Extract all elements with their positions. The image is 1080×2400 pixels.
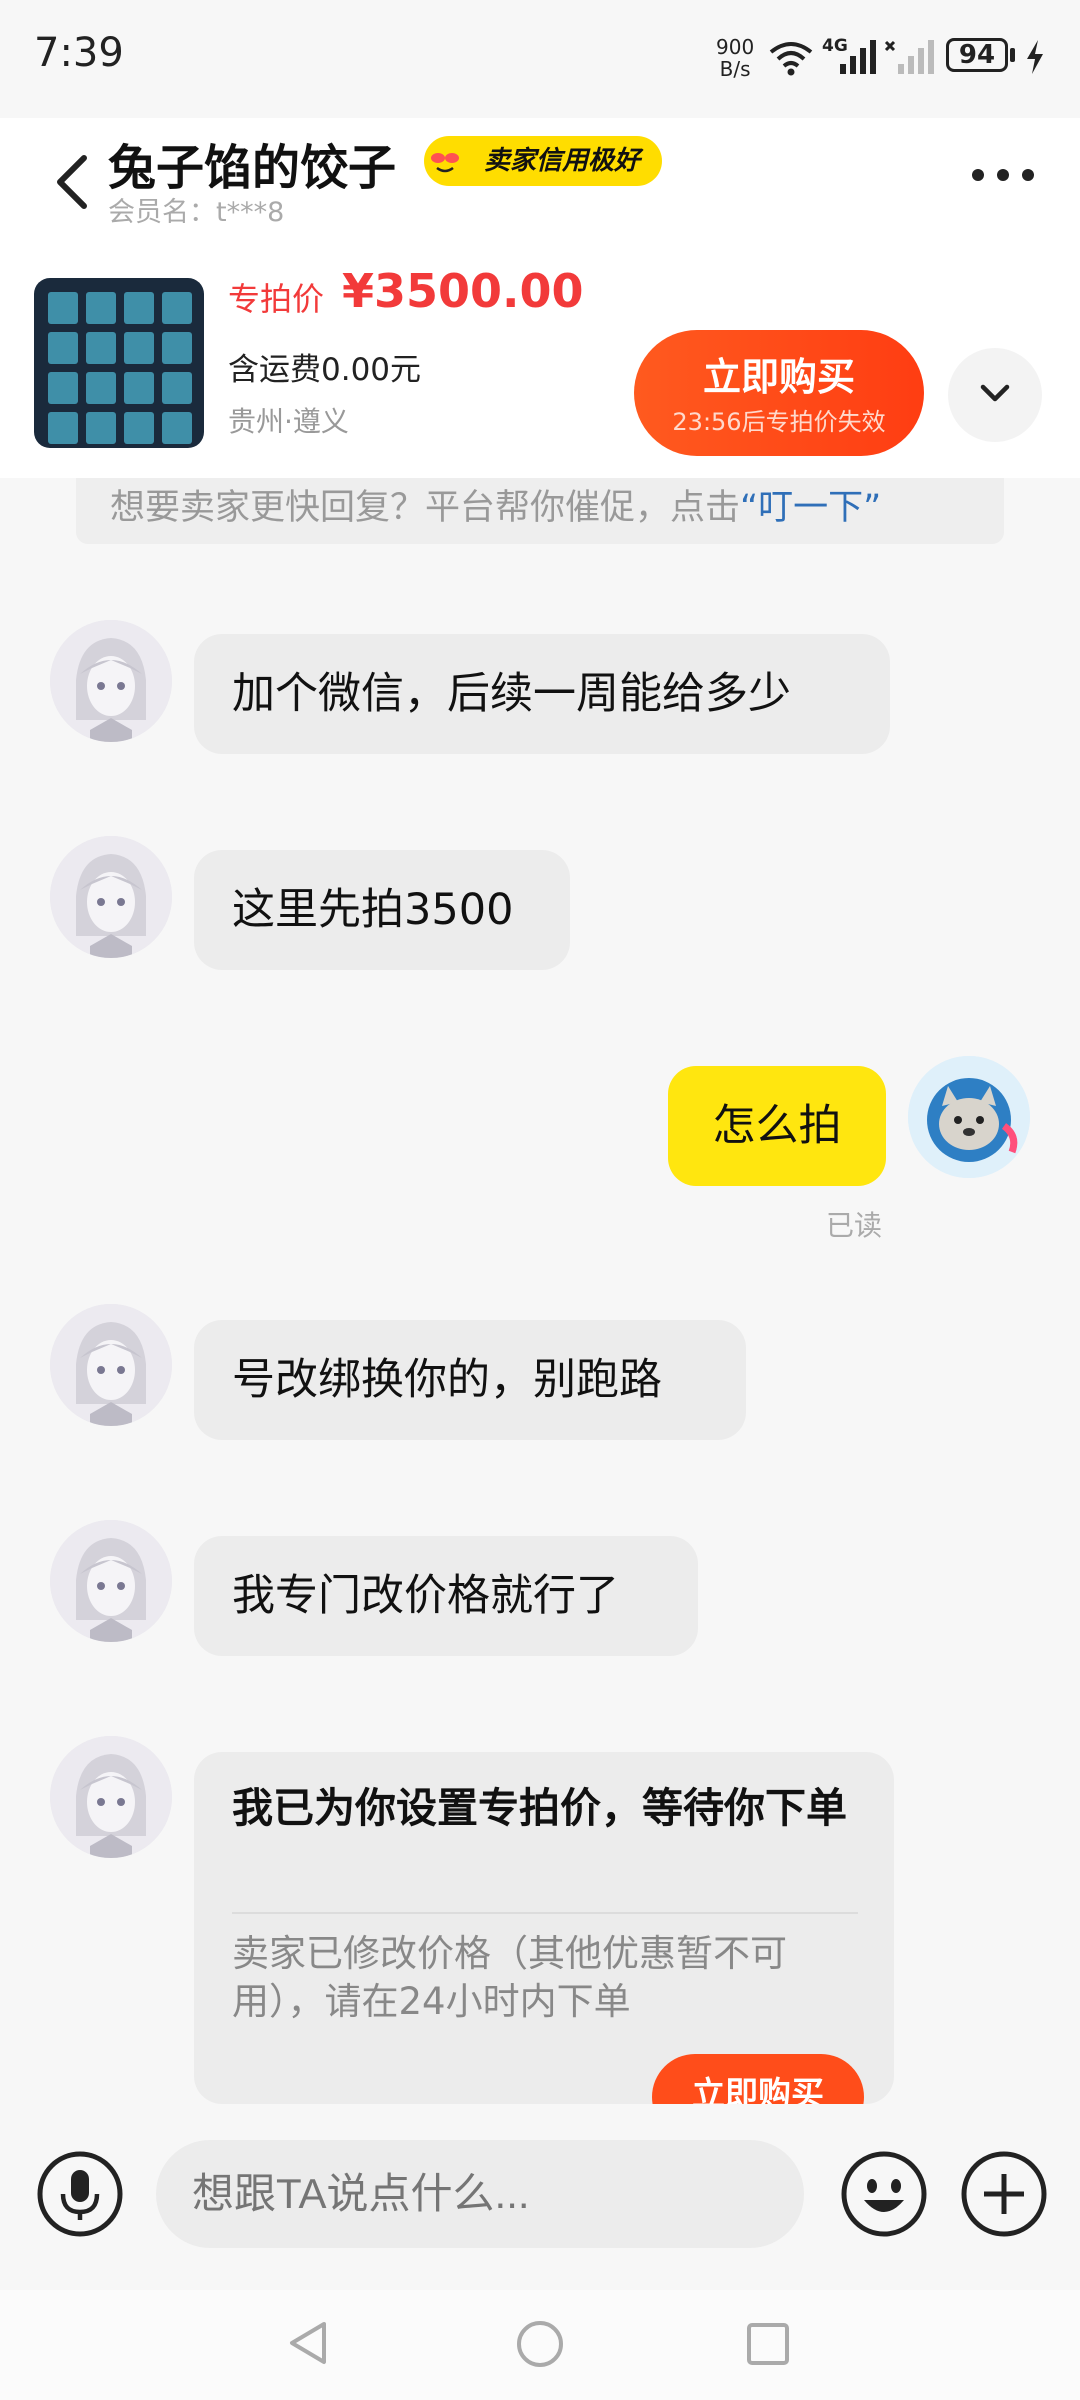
wifi-icon — [769, 42, 813, 76]
read-status: 已读 — [826, 1209, 883, 1242]
special-price-card[interactable]: 我已为你设置专拍价，等待你下单 卖家已修改价格（其他优惠暂不可用），请在24小时… — [194, 1752, 894, 2104]
nudge-link[interactable]: “叮一下” — [740, 488, 881, 528]
anime-avatar-icon — [50, 620, 172, 742]
seller-location: 贵州·遵义 — [228, 405, 349, 438]
member-name: 会员名：t***8 — [108, 197, 285, 228]
buy-now-button[interactable]: 立即购买 23:56后专拍价失效 — [634, 330, 924, 456]
price-value: ¥3500.00 — [342, 264, 584, 318]
expand-button[interactable] — [948, 348, 1042, 442]
anime-avatar-icon — [50, 1304, 172, 1426]
price-label: 专拍价 — [228, 280, 325, 318]
cool-face-icon — [426, 142, 464, 180]
seller-avatar[interactable] — [50, 1520, 172, 1642]
charging-icon — [1027, 40, 1043, 74]
card-divider — [232, 1912, 858, 1914]
seal-avatar-icon — [908, 1056, 1030, 1178]
chat-title: 兔子馅的饺子 — [108, 140, 397, 196]
price-countdown: 23:56后专拍价失效 — [672, 408, 886, 436]
message-bubble[interactable]: 我专门改价格就行了 — [194, 1536, 698, 1656]
chevron-left-icon[interactable] — [50, 152, 96, 212]
message-bubble[interactable]: 号改绑换你的，别跑路 — [194, 1320, 746, 1440]
message-bubble[interactable]: 加个微信，后续一周能给多少 — [194, 634, 890, 754]
emoji-icon[interactable] — [840, 2150, 928, 2238]
signal-icon — [840, 40, 876, 74]
buy-now-label: 立即购买 — [702, 355, 855, 399]
seller-avatar[interactable] — [50, 836, 172, 958]
nudge-notice-text: 想要卖家更快回复？平台帮你催促，点击 — [110, 488, 741, 528]
network-speed-unit: B/s — [719, 57, 751, 81]
seller-avatar[interactable] — [50, 1736, 172, 1858]
shipping-info: 含运费0.00元 — [228, 352, 422, 388]
my-message-bubble[interactable]: 怎么拍 — [668, 1066, 886, 1186]
card-buy-button[interactable]: 立即购买 — [652, 2054, 864, 2104]
card-description: 卖家已修改价格（其他优惠暂不可用），请在24小时内下单 — [232, 1932, 787, 2023]
chevron-down-icon — [980, 384, 1010, 402]
battery-indicator: 94 — [946, 38, 1008, 72]
seller-avatar[interactable] — [50, 1304, 172, 1426]
network-speed: 900 B/s — [716, 36, 754, 80]
microphone-icon[interactable] — [36, 2150, 124, 2238]
my-avatar[interactable] — [908, 1056, 1030, 1178]
anime-avatar-icon — [50, 1736, 172, 1858]
more-dots-icon[interactable] — [968, 160, 1038, 190]
message-bubble[interactable]: 这里先拍3500 — [194, 850, 570, 970]
nudge-notice: 想要卖家更快回复？平台帮你催促，点击“叮一下” — [76, 478, 1004, 544]
nav-back-icon[interactable] — [284, 2318, 332, 2368]
battery-tip — [1010, 48, 1015, 62]
plus-icon[interactable] — [960, 2150, 1048, 2238]
nav-home-icon[interactable] — [514, 2318, 566, 2370]
card-title: 我已为你设置专拍价，等待你下单 — [232, 1784, 847, 1832]
network-speed-value: 900 — [716, 35, 755, 59]
seller-avatar[interactable] — [50, 620, 172, 742]
signal-no-sim-icon — [884, 40, 934, 74]
anime-avatar-icon — [50, 836, 172, 958]
message-input[interactable] — [156, 2140, 804, 2248]
anime-avatar-icon — [50, 1520, 172, 1642]
product-thumbnail[interactable] — [34, 278, 204, 448]
nav-recents-icon[interactable] — [744, 2320, 792, 2368]
status-time: 7:39 — [34, 30, 124, 76]
